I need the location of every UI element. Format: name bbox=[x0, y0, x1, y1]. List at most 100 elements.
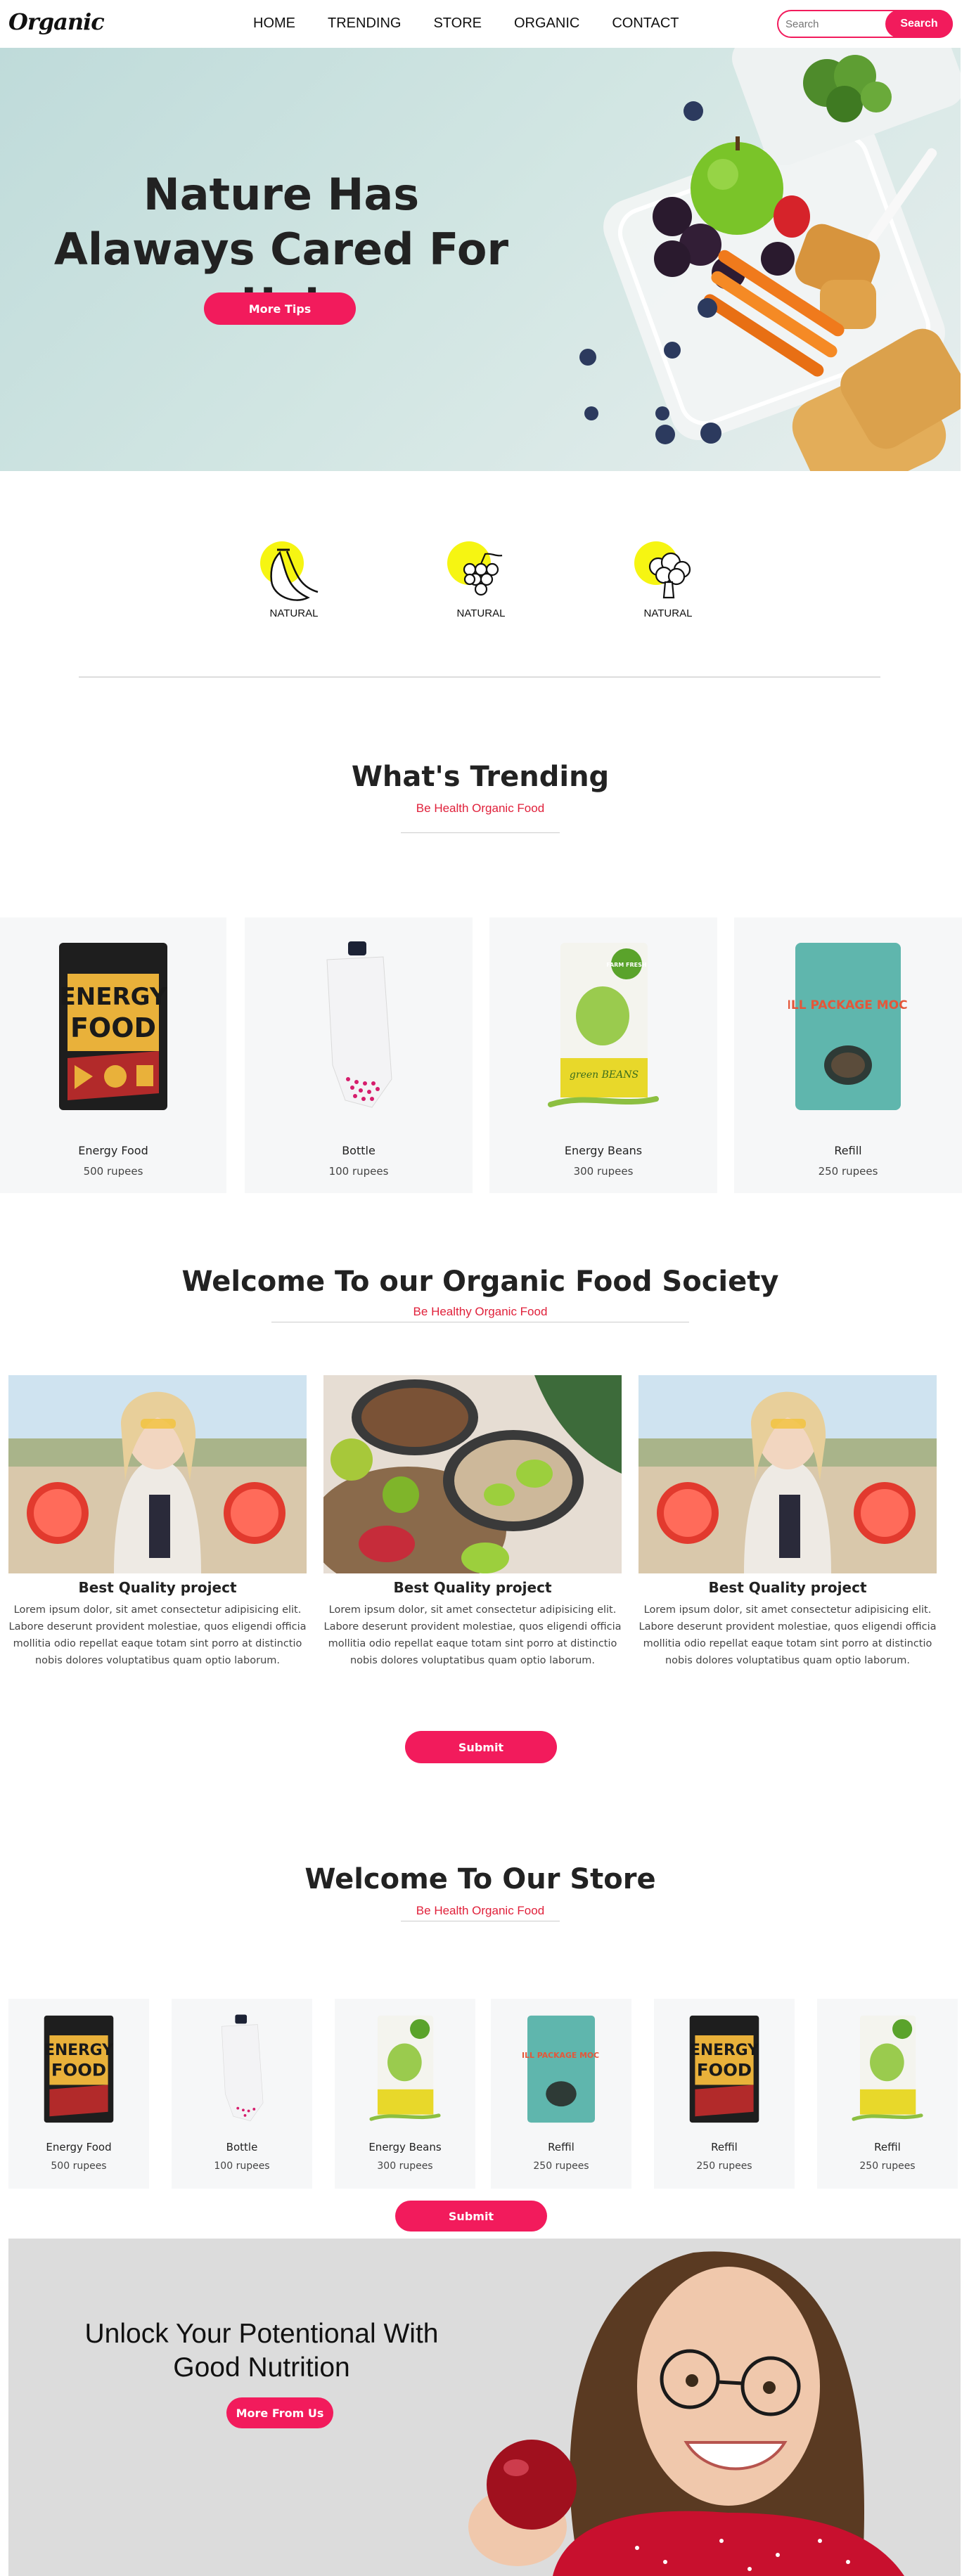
lunchbox-illustration bbox=[579, 48, 961, 471]
woman-grapefruit-photo bbox=[638, 1375, 937, 1573]
product-price: 100 rupees bbox=[214, 2160, 270, 2172]
svg-text:ENERGY: ENERGY bbox=[690, 2042, 759, 2059]
project-text: Lorem ipsum dolor, sit amet consectetur … bbox=[8, 1604, 307, 1666]
project-title: Best Quality project bbox=[393, 1579, 552, 1596]
energy-food-pack-image: ENERGY FOOD bbox=[59, 943, 167, 1110]
product-price: 250 rupees bbox=[818, 1165, 878, 1178]
store-title: Welcome To Our Store bbox=[304, 1863, 656, 1895]
product-name: Energy Food bbox=[78, 1144, 148, 1157]
product-name: Reffil bbox=[711, 2141, 738, 2153]
product-name: Reffil bbox=[874, 2141, 901, 2153]
brand-logo[interactable]: Organic bbox=[8, 8, 105, 35]
product-price: 250 rupees bbox=[533, 2160, 589, 2172]
svg-text:FOOD: FOOD bbox=[51, 2060, 106, 2080]
feature-label: NATURAL bbox=[269, 607, 319, 619]
trending-title: What's Trending bbox=[351, 761, 610, 793]
product-price: 250 rupees bbox=[696, 2160, 752, 2172]
banana-icon bbox=[270, 548, 319, 601]
store-product-card[interactable]: Bottle 100 rupees bbox=[172, 1999, 312, 2189]
product-price: 300 rupees bbox=[573, 1165, 634, 1178]
store-product-card[interactable]: REFILL PACKAGE MOCKUP Reffil 250 rupees bbox=[491, 1999, 631, 2189]
svg-text:REFILL PACKAGE MOCKUP: REFILL PACKAGE MOCKUP bbox=[522, 2051, 600, 2060]
product-name: Reffil bbox=[548, 2141, 575, 2153]
more-tips-button[interactable]: More Tips bbox=[204, 292, 356, 325]
product-name: Energy Beans bbox=[368, 2141, 442, 2153]
product-card[interactable]: ENERGY FOOD Energy Food 500 rupees bbox=[0, 917, 226, 1193]
svg-text:green BEANS: green BEANS bbox=[570, 1069, 638, 1081]
trending-subtitle: Be Health Organic Food bbox=[416, 801, 545, 815]
more-from-us-button[interactable]: More From Us bbox=[226, 2397, 333, 2428]
project-card: Best Quality project Lorem ipsum dolor, … bbox=[323, 1375, 622, 1670]
energy-food-pack-image: ENERGY FOOD bbox=[44, 2015, 114, 2123]
product-card[interactable]: FARM FRESH green BEANS Energy Beans 300 … bbox=[489, 917, 717, 1193]
project-text: Lorem ipsum dolor, sit amet consectetur … bbox=[638, 1604, 937, 1666]
features-section: NATURAL NATURAL NATURAL bbox=[0, 471, 961, 682]
bottle-carton-image bbox=[221, 2014, 264, 2121]
store-submit-button[interactable]: Submit bbox=[395, 2201, 547, 2232]
product-price: 500 rupees bbox=[51, 2160, 107, 2172]
energy-food-pack-image: ENERGY FOOD bbox=[689, 2015, 759, 2123]
project-title: Best Quality project bbox=[78, 1579, 237, 1596]
svg-text:REFILL PACKAGE MOCKUP: REFILL PACKAGE MOCKUP bbox=[788, 998, 908, 1012]
search-input[interactable] bbox=[785, 16, 884, 32]
section-divider bbox=[79, 676, 880, 678]
project-title: Best Quality project bbox=[708, 1579, 867, 1596]
search-box: Search bbox=[777, 10, 953, 38]
search-button[interactable]: Search bbox=[885, 10, 953, 38]
feature-item: NATURAL bbox=[619, 541, 717, 626]
store-product-card[interactable]: ENERGY FOOD Energy Food 500 rupees bbox=[8, 1999, 149, 2189]
nav-contact-link[interactable]: CONTACT bbox=[612, 15, 679, 32]
product-name: Bottle bbox=[226, 2141, 258, 2153]
svg-text:ENERGY: ENERGY bbox=[60, 983, 167, 1011]
top-navbar: Organic HOME TRENDING STORE ORGANIC CONT… bbox=[0, 0, 969, 48]
hero-section: Nature Has Alaways Cared For Us! More Ti… bbox=[0, 48, 961, 471]
energy-beans-pack-image bbox=[369, 2015, 441, 2121]
product-name: Energy Food bbox=[46, 2141, 112, 2153]
broccoli-icon bbox=[648, 552, 691, 599]
project-card: Best Quality project Lorem ipsum dolor, … bbox=[8, 1375, 307, 1670]
store-subtitle: Be Health Organic Food bbox=[416, 1904, 545, 1917]
product-price: 250 rupees bbox=[859, 2160, 916, 2172]
svg-text:FARM FRESH: FARM FRESH bbox=[606, 962, 646, 968]
store-product-card[interactable]: Reffil 250 rupees bbox=[817, 1999, 958, 2189]
store-product-card[interactable]: Energy Beans 300 rupees bbox=[335, 1999, 475, 2189]
page: Organic HOME TRENDING STORE ORGANIC CONT… bbox=[0, 0, 969, 2576]
refill-pack-image: REFILL PACKAGE MOCKUP bbox=[788, 943, 908, 1110]
store-product-card[interactable]: ENERGY FOOD Reffil 250 rupees bbox=[654, 1999, 795, 2189]
project-card: Best Quality project Lorem ipsum dolor, … bbox=[638, 1375, 937, 1670]
nav-organic-link[interactable]: ORGANIC bbox=[514, 15, 579, 32]
svg-text:FOOD: FOOD bbox=[697, 2060, 752, 2080]
product-name: Refill bbox=[834, 1144, 862, 1157]
society-title: Welcome To our Organic Food Society bbox=[181, 1266, 779, 1298]
energy-beans-pack-image bbox=[852, 2015, 923, 2121]
banner-title: Unlock Your Potentional With Good Nutrit… bbox=[84, 2319, 439, 2383]
smoothie-bowl-photo bbox=[323, 1375, 622, 1573]
product-name: Energy Beans bbox=[564, 1144, 643, 1157]
svg-text:FOOD: FOOD bbox=[70, 1012, 156, 1043]
woman-with-apple-photo bbox=[468, 2251, 904, 2576]
product-name: Bottle bbox=[342, 1144, 376, 1157]
society-submit-button[interactable]: Submit bbox=[405, 1731, 557, 1763]
feature-label: NATURAL bbox=[643, 607, 693, 619]
product-price: 100 rupees bbox=[328, 1165, 389, 1178]
trending-underline bbox=[401, 832, 560, 833]
refill-pack-image: REFILL PACKAGE MOCKUP bbox=[522, 2015, 600, 2123]
bottle-carton-image bbox=[326, 941, 392, 1108]
product-card[interactable]: REFILL PACKAGE MOCKUP Refill 250 rupees bbox=[734, 917, 962, 1193]
feature-label: NATURAL bbox=[456, 607, 506, 619]
nav-trending-link[interactable]: TRENDING bbox=[328, 15, 401, 32]
energy-beans-pack-image: FARM FRESH green BEANS bbox=[548, 943, 659, 1107]
nav-store-link[interactable]: STORE bbox=[433, 15, 482, 32]
feature-item: NATURAL bbox=[432, 541, 530, 626]
nav-home-link[interactable]: HOME bbox=[253, 15, 295, 32]
product-price: 500 rupees bbox=[83, 1165, 143, 1178]
main-menu: HOME TRENDING STORE ORGANIC CONTACT bbox=[253, 15, 712, 32]
product-card[interactable]: Bottle 100 rupees bbox=[245, 917, 473, 1193]
feature-item: NATURAL bbox=[245, 541, 343, 626]
society-subtitle: Be Healthy Organic Food bbox=[413, 1305, 548, 1318]
product-price: 300 rupees bbox=[377, 2160, 433, 2172]
svg-text:ENERGY: ENERGY bbox=[44, 2042, 113, 2059]
grapes-icon bbox=[463, 553, 503, 596]
project-text: Lorem ipsum dolor, sit amet consectetur … bbox=[323, 1604, 622, 1666]
woman-grapefruit-photo bbox=[8, 1375, 307, 1573]
